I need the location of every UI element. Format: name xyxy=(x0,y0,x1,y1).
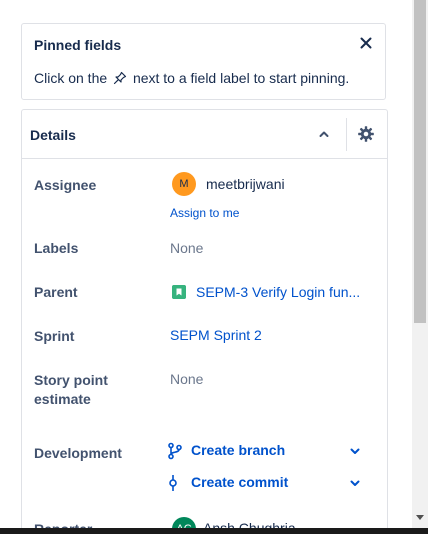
development-label: Development xyxy=(34,445,122,461)
sprint-label: Sprint xyxy=(34,328,75,344)
gear-icon[interactable] xyxy=(357,125,375,143)
create-commit-button[interactable]: Create commit xyxy=(166,472,366,494)
details-panel: Details Assignee M meetbrijwani Assign t… xyxy=(21,109,388,528)
pin-icon xyxy=(113,71,127,85)
branch-icon xyxy=(168,442,182,460)
pinned-desc-before: Click on the xyxy=(34,70,108,86)
details-title: Details xyxy=(30,127,76,143)
header-divider xyxy=(346,118,347,151)
assignee-name[interactable]: meetbrijwani xyxy=(206,176,285,192)
scrollbar-thumb[interactable] xyxy=(414,0,426,323)
reporter-label: Reporter xyxy=(34,520,92,528)
avatar[interactable]: M xyxy=(172,172,196,196)
pinned-fields-description: Click on the next to a field label to st… xyxy=(34,70,349,86)
issue-sidebar: Pinned fields Click on the next to a fie… xyxy=(0,0,412,528)
commit-icon xyxy=(169,475,177,491)
pinned-fields-card: Pinned fields Click on the next to a fie… xyxy=(21,23,386,100)
pinned-desc-after: next to a field label to start pinning. xyxy=(132,70,350,86)
details-header[interactable]: Details xyxy=(22,110,387,159)
parent-label: Parent xyxy=(34,284,78,300)
chevron-down-icon[interactable] xyxy=(348,476,362,490)
create-branch-button[interactable]: Create branch xyxy=(166,440,366,462)
labels-label: Labels xyxy=(34,240,79,256)
pinned-fields-title: Pinned fields xyxy=(34,37,122,53)
sprint-link[interactable]: SEPM Sprint 2 xyxy=(170,326,262,345)
reporter-name[interactable]: Ansh Chughria xyxy=(203,520,296,528)
story-point-label-line1: Story point xyxy=(34,372,108,388)
create-branch-label: Create branch xyxy=(191,442,286,458)
parent-link[interactable]: SEPM-3 Verify Login fun... xyxy=(196,284,360,300)
close-icon[interactable] xyxy=(358,35,374,51)
chevron-down-icon[interactable] xyxy=(348,444,362,458)
bottom-edge-bar xyxy=(0,528,428,534)
story-point-label: Story point estimate xyxy=(34,371,108,409)
assignee-label: Assignee xyxy=(34,177,97,193)
story-icon xyxy=(172,285,186,299)
story-point-value[interactable]: None xyxy=(170,370,203,389)
story-point-label-line2: estimate xyxy=(34,391,91,407)
chevron-up-icon[interactable] xyxy=(317,127,331,141)
avatar[interactable]: AC xyxy=(172,517,196,528)
assign-to-me-link[interactable]: Assign to me xyxy=(170,206,239,220)
labels-value[interactable]: None xyxy=(170,239,203,258)
create-commit-label: Create commit xyxy=(191,474,289,490)
scroll-down-arrow-icon[interactable] xyxy=(415,514,425,522)
